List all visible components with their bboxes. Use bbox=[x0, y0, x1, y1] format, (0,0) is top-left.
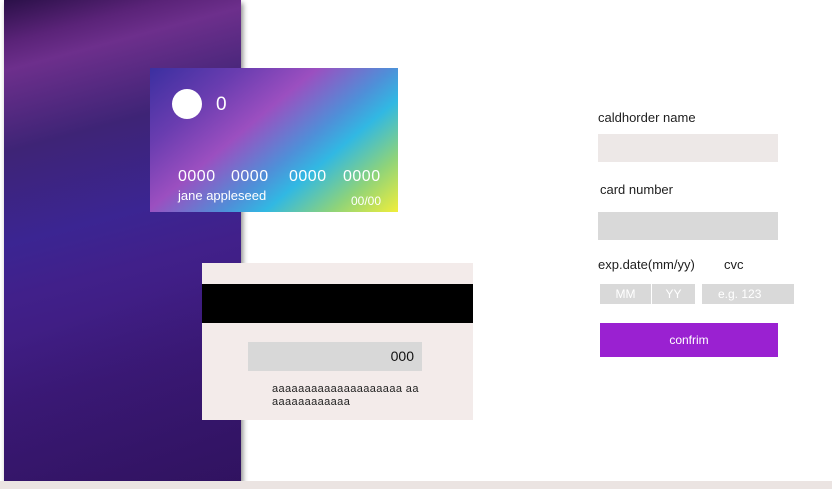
card-number-group-1: 0000 bbox=[178, 168, 216, 185]
card-number-input[interactable] bbox=[598, 212, 778, 240]
signature-box: 000 bbox=[248, 342, 422, 371]
card-front: 0 0000 0000 0000 0000 jane appleseed 00/… bbox=[150, 68, 398, 212]
card-back: 000 aaaaaaaaaaaaaaaaaaaa aaaaaaaaaaaaaa bbox=[202, 263, 473, 420]
bottom-divider bbox=[0, 481, 832, 489]
card-logo-circle bbox=[172, 89, 202, 119]
expiry-year-input[interactable] bbox=[652, 284, 695, 304]
card-expiry: 00/00 bbox=[351, 194, 382, 208]
magnetic-stripe bbox=[202, 284, 473, 323]
cardholder-name-input[interactable] bbox=[598, 134, 778, 162]
cardholder-name-label: caldhorder name bbox=[598, 110, 696, 125]
card-number-group-3: 0000 bbox=[289, 168, 327, 185]
card-number-group-4: 0000 bbox=[343, 168, 381, 185]
card-logo-text: 0 bbox=[216, 94, 227, 115]
expiry-date-label: exp.date(mm/yy) bbox=[598, 257, 695, 272]
expiry-month-input[interactable] bbox=[600, 284, 651, 304]
confirm-button[interactable]: confrim bbox=[600, 323, 778, 357]
cvc-input[interactable] bbox=[702, 284, 794, 304]
card-back-cvc: 000 bbox=[390, 348, 414, 364]
card-back-fine-print: aaaaaaaaaaaaaaaaaaaa aaaaaaaaaaaaaa bbox=[272, 383, 419, 408]
card-holder-name: jane appleseed bbox=[178, 188, 267, 203]
card-number-group-2: 0000 bbox=[231, 168, 269, 185]
card-number-label: card number bbox=[600, 182, 673, 197]
cvc-label: cvc bbox=[724, 257, 744, 272]
